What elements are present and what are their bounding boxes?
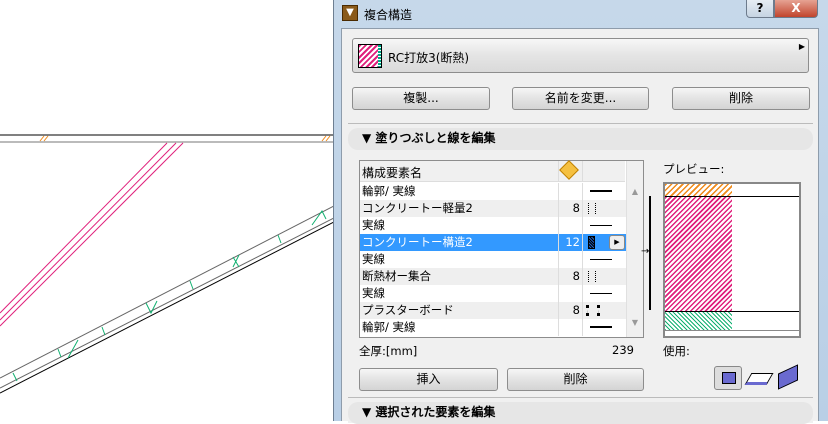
wall-line [0,205,334,379]
delete-layer-button[interactable]: 削除 [507,368,644,391]
layer-name: コンクリートー軽量2 [362,201,473,215]
wall-line [0,221,334,394]
table-row[interactable]: コンクリートー軽量2 8 [360,200,628,217]
slab-icon[interactable] [744,373,774,385]
row-menu-button[interactable]: ▶ [609,235,625,250]
line-type-icon[interactable] [582,251,620,268]
roof-icon[interactable] [778,364,798,390]
layer-name: 実線 [362,252,385,266]
triangle-down-icon: ▼ [362,405,376,419]
help-button[interactable]: ? [746,0,774,18]
composite-swatch-icon [358,44,382,68]
insert-button[interactable]: 挿入 [359,368,498,391]
column-header-name: 構成要素名 [362,166,423,180]
section-selected[interactable]: ▼ 選択された要素を編集 [348,397,813,424]
priority-icon[interactable] [559,160,579,180]
section-fill-lines-label: 塗りつぶしと線を編集 [375,131,496,145]
layers-table: 構成要素名 輪郭/ 実線 コンクリートー軽量2 8 実線 コンクリートー構造2 12 ▶ … [359,160,644,338]
pink-line [0,142,184,327]
triangle-down-icon: ▼ [362,131,376,145]
drawing-canvas[interactable] [0,0,334,421]
total-thickness-label: 全厚:[mm] [359,344,418,358]
app-icon: ▼ [342,5,358,21]
title-bar[interactable]: ▼ 複合構造 ? X [334,0,828,28]
preview-label: プレビュー: [663,162,725,176]
wall-icon [722,372,736,384]
table-row[interactable]: コンクリートー構造2 12 ▶ [360,234,628,251]
menu-arrow-icon: ▶ [798,42,805,51]
table-header: 構成要素名 [360,160,625,182]
line-type-icon[interactable] [582,285,620,302]
arrow-right-icon: → [641,246,650,257]
composite-selector[interactable]: RC打放3(断熱) ▶ [352,38,809,73]
line-type-icon[interactable] [582,302,620,319]
layer-name: 断熱材ー集合 [362,269,431,283]
layer-thickness: 8 [572,269,580,283]
wall-line [0,217,334,389]
line-type-icon[interactable] [582,268,620,285]
wall-use-toggle[interactable] [714,366,742,390]
line-type-icon[interactable] [582,217,620,234]
dialog-body: RC打放3(断熱) ▶ 複製... 名前を変更... 削除 ▼ 塗りつぶしと線を… [341,28,819,424]
duplicate-button[interactable]: 複製... [352,87,490,110]
line-type-icon[interactable] [582,200,620,217]
pink-line [0,142,168,314]
table-row[interactable]: 輪郭/ 実線 [360,183,628,200]
pink-line [0,142,177,321]
table-row[interactable]: 実線 [360,251,628,268]
table-row[interactable]: 実線 [360,217,628,234]
preview-panel [663,182,801,338]
layer-thickness: 8 [572,201,580,215]
section-selected-label: 選択された要素を編集 [375,405,496,419]
line-type-icon[interactable] [582,319,620,336]
table-row[interactable]: 輪郭/ 実線 [360,319,628,336]
orange-hatch [39,135,331,142]
rename-button[interactable]: 名前を変更... [512,87,649,110]
layer-thickness: 8 [572,303,580,317]
scroll-down-icon[interactable]: ▼ [627,318,643,327]
line-type-icon[interactable] [582,183,620,200]
layer-thickness: 12 [565,235,580,249]
layer-name: 実線 [362,218,385,232]
layer-name: 輪郭/ 実線 [362,320,416,334]
composite-name: RC打放3(断熱) [388,51,470,65]
delete-button[interactable]: 削除 [672,87,810,110]
layer-name: プラスターボード [362,303,454,317]
composite-dialog: ▼ 複合構造 ? X RC打放3(断熱) ▶ 複製... 名前を変更... 削除… [333,0,828,424]
table-row[interactable]: 実線 [360,285,628,302]
table-row[interactable]: 断熱材ー集合 8 [360,268,628,285]
layer-name: コンクリートー構造2 [362,235,473,249]
total-thickness-value: 239 [612,343,634,357]
dialog-title: 複合構造 [364,8,413,22]
close-button[interactable]: X [774,0,818,18]
scroll-up-icon[interactable]: ▲ [627,187,643,196]
use-label: 使用: [663,344,690,358]
layer-name: 輪郭/ 実線 [362,184,416,198]
section-fill-lines[interactable]: ▼ 塗りつぶしと線を編集 [348,123,813,150]
layer-name: 実線 [362,286,385,300]
insulation-marks [12,210,327,382]
table-row[interactable]: プラスターボード 8 [360,302,628,319]
